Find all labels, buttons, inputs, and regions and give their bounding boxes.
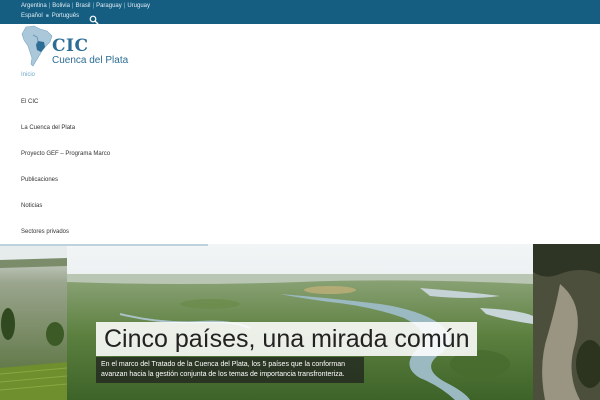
menu-item-noticias[interactable]: Noticias [21,202,42,210]
country-link-uruguay[interactable]: Uruguay [127,3,150,9]
country-links: Argentina | Bolivia | Brasil | Paraguay | Urugua… [21,3,150,10]
menu-item-proyecto-gef[interactable]: Proyecto GEF – Programa Marco [21,150,110,158]
menu-item-sectores-privados[interactable]: Sectores privados [21,228,69,236]
language-option-portugues[interactable]: Português [52,13,79,19]
menu-item-publicaciones[interactable]: Publicaciones [21,176,58,184]
top-bar: Argentina | Bolivia | Brasil | Paraguay | Urugua… [0,0,600,25]
language-option-espanol[interactable]: Español [21,13,43,19]
hero-title: Cinco países, una mirada común [96,322,478,356]
country-link-argentina[interactable]: Argentina [21,3,47,9]
menu-item-la-cuenca-del-plata[interactable]: La Cuenca del Plata [21,124,75,132]
language-separator: ■ [45,13,49,19]
menu-item-inicio[interactable]: Inicio [21,71,35,79]
country-link-brasil[interactable]: Brasil [76,3,91,9]
menu-item-el-cic[interactable]: El CIC [21,98,38,106]
site-logo[interactable]: CIC Cuenca del Plata [20,24,140,68]
logo-acronym: CIC [52,36,89,56]
logo-name: Cuenca del Plata [52,55,129,66]
south-america-map-icon [21,25,53,67]
search-button[interactable] [89,12,99,25]
country-link-bolivia[interactable]: Bolivia [52,3,70,9]
country-link-paraguay[interactable]: Paraguay [96,3,122,9]
language-switcher: Español ■ Português [21,13,79,20]
hero-caption: En el marco del Tratado de la Cuenca del… [96,357,364,383]
